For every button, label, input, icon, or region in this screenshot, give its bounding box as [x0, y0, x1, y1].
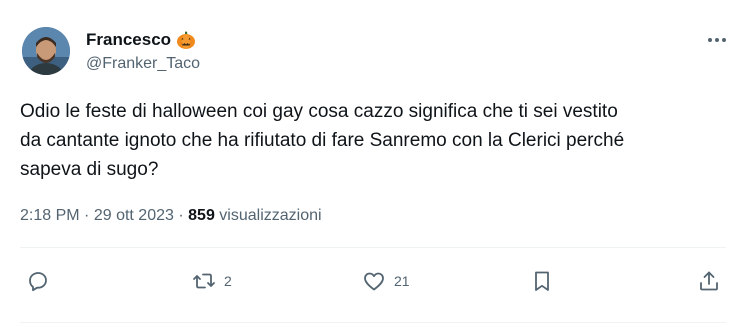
avatar-image [22, 27, 70, 75]
meta-separator: · [178, 207, 184, 224]
pumpkin-icon [176, 30, 196, 50]
more-options-button[interactable] [703, 30, 731, 50]
divider [20, 322, 726, 323]
bookmark-button[interactable] [530, 265, 554, 297]
retweet-button[interactable]: 2 [192, 265, 232, 297]
author-handle[interactable]: @Franker_Taco [86, 55, 200, 73]
reply-icon [29, 272, 47, 292]
tweet-card: Francesco @Franker_Taco Odio le feste di… [0, 0, 746, 327]
author-name-row[interactable]: Francesco [86, 30, 196, 50]
author-display-name[interactable]: Francesco [86, 30, 171, 50]
share-icon [700, 271, 718, 291]
divider [20, 247, 726, 248]
tweet-text: Odio le feste di halloween coi gay cosa … [20, 97, 735, 184]
avatar[interactable] [22, 27, 70, 75]
retweet-count: 2 [224, 273, 232, 289]
views-count: 859 [188, 207, 215, 224]
more-dot [715, 38, 719, 42]
more-dot [708, 38, 712, 42]
meta-separator: · [84, 207, 90, 224]
like-count: 21 [394, 273, 410, 289]
retweet-icon [193, 273, 215, 289]
tweet-text-line: sapeva di sugo? [20, 159, 159, 180]
views-label: visualizzazioni [219, 207, 322, 224]
heart-icon [364, 272, 384, 291]
tweet-date[interactable]: 29 ott 2023 [94, 207, 174, 224]
tweet-text-line: Odio le feste di halloween coi gay cosa … [20, 101, 618, 122]
reply-button[interactable] [26, 265, 58, 297]
action-bar: 2 21 [0, 265, 746, 297]
bookmark-icon [535, 271, 549, 291]
more-dot [722, 38, 726, 42]
tweet-text-line: da cantante ignoto che ha rifiutato di f… [20, 130, 625, 151]
share-button[interactable] [697, 265, 721, 297]
tweet-meta: 2:18 PM · 29 ott 2023 · 859 visualizzazi… [20, 207, 322, 225]
tweet-time[interactable]: 2:18 PM [20, 207, 80, 224]
like-button[interactable]: 21 [362, 265, 410, 297]
